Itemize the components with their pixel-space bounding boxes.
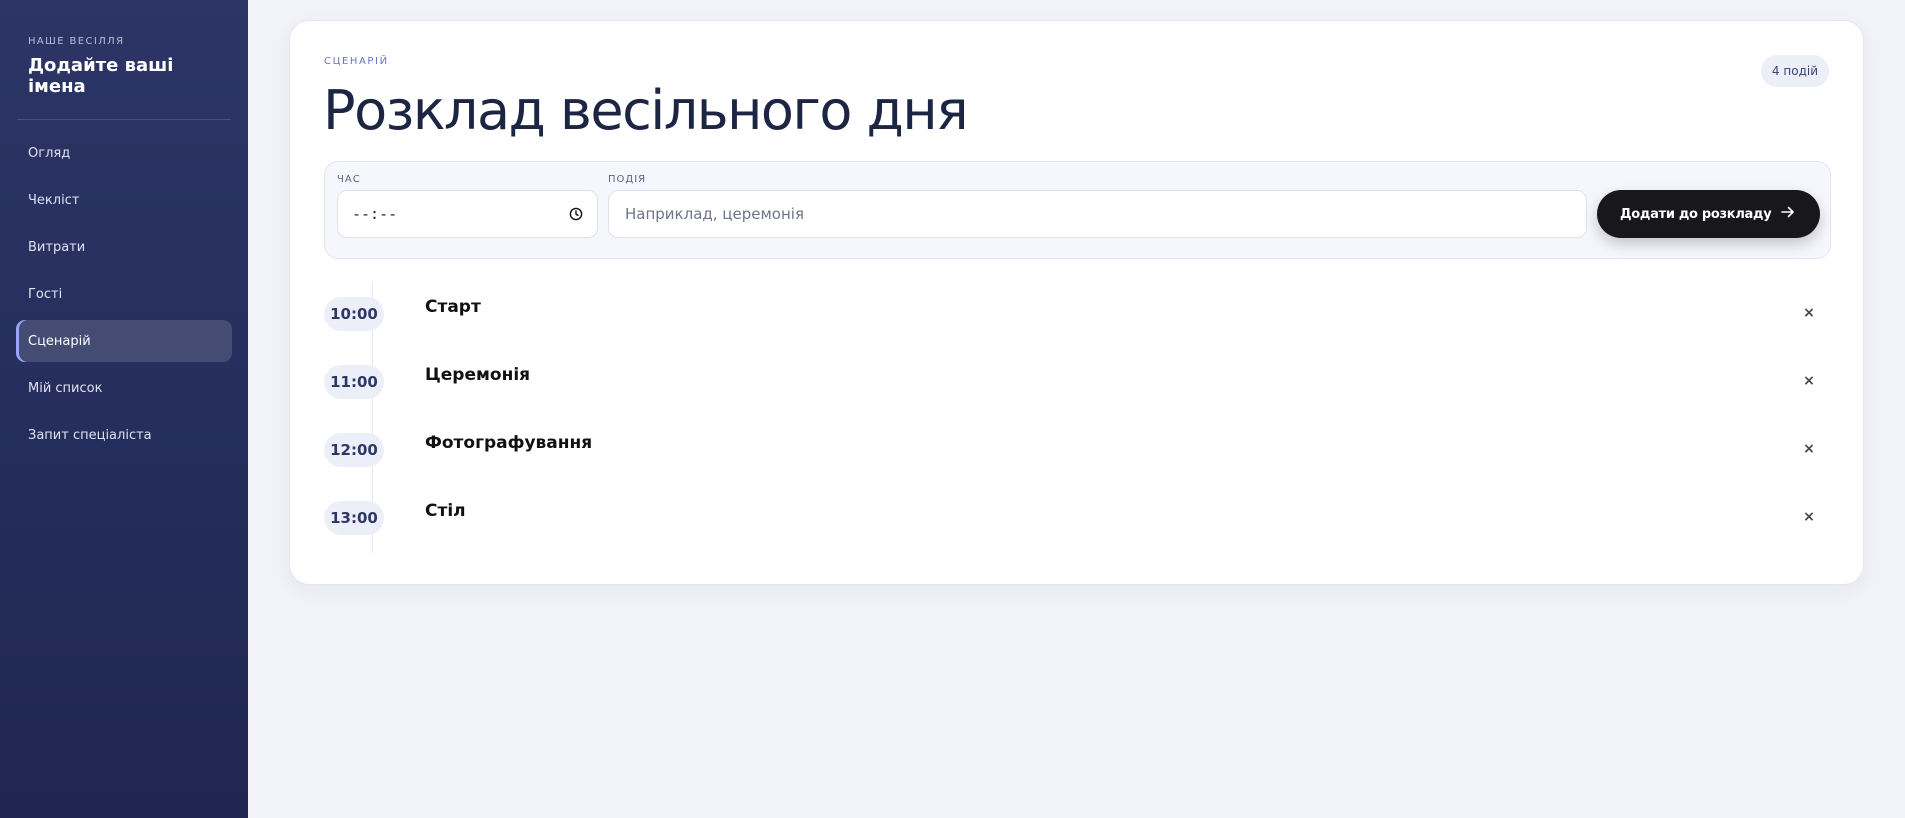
divider [17, 119, 231, 120]
time-pill: 10:00 [324, 297, 384, 331]
event-title: Стіл [425, 501, 466, 521]
section-eyebrow: СЦЕНАРІЙ [324, 56, 389, 67]
remove-button[interactable]: × [1799, 507, 1819, 527]
sidebar-item-my-list[interactable]: Мій список [16, 367, 232, 409]
brand-title[interactable]: Додайте ваші імена [28, 55, 220, 97]
event-count-number: 4 [1771, 64, 1780, 78]
event-input[interactable]: Наприклад, церемонія [608, 190, 1587, 238]
remove-button[interactable]: × [1799, 303, 1819, 323]
add-to-schedule-button[interactable]: Додати до розкладу [1597, 190, 1820, 238]
arrow-right-icon [1780, 205, 1796, 223]
sidebar-item-label: Запит спеціаліста [28, 427, 152, 443]
time-pill: 13:00 [324, 501, 384, 535]
time-input-value: --:-- [352, 205, 398, 223]
event-input-placeholder: Наприклад, церемонія [625, 205, 804, 223]
timeline-item: 10:00 Старт × [324, 283, 1831, 351]
time-field-label: ЧАС [337, 174, 361, 185]
brand-eyebrow: НАШЕ ВЕСІЛЛЯ [28, 36, 125, 47]
schedule-card: СЦЕНАРІЙ Розклад весільного дня 4 подій … [289, 20, 1864, 585]
event-title: Фотографування [425, 433, 593, 453]
sidebar-item-label: Гості [28, 286, 63, 302]
timeline-item: 11:00 Церемонія × [324, 351, 1831, 419]
sidebar-item-label: Чекліст [28, 192, 80, 208]
timeline-item: 12:00 Фотографування × [324, 419, 1831, 487]
remove-button[interactable]: × [1799, 439, 1819, 459]
timeline-item: 13:00 Стіл × [324, 487, 1831, 555]
add-event-form: ЧАС --:-- ПОДІЯ Наприклад, церемонія Дод… [324, 161, 1831, 259]
event-title: Старт [425, 297, 481, 317]
page-title: Розклад весільного дня [323, 79, 969, 142]
sidebar-item-expenses[interactable]: Витрати [16, 226, 232, 268]
event-count-label: подій [1783, 64, 1818, 78]
clock-icon[interactable] [569, 207, 583, 221]
time-pill: 12:00 [324, 433, 384, 467]
timeline: 10:00 Старт × 11:00 Церемонія × 12:00 Фо… [324, 283, 1831, 555]
sidebar-item-label: Витрати [28, 239, 86, 255]
sidebar-item-checklist[interactable]: Чекліст [16, 179, 232, 221]
sidebar-item-label: Мій список [28, 380, 103, 396]
event-count-badge: 4 подій [1760, 55, 1829, 87]
sidebar: НАШЕ ВЕСІЛЛЯ Додайте ваші імена Огляд Че… [0, 0, 248, 818]
sidebar-nav: Огляд Чекліст Витрати Гості Сценарій Мій… [0, 132, 248, 456]
sidebar-item-specialist-request[interactable]: Запит спеціаліста [16, 414, 232, 456]
sidebar-item-guests[interactable]: Гості [16, 273, 232, 315]
event-field-label: ПОДІЯ [608, 174, 647, 185]
sidebar-item-label: Огляд [28, 145, 71, 161]
brand: НАШЕ ВЕСІЛЛЯ Додайте ваші імена [0, 0, 248, 97]
add-button-label: Додати до розкладу [1620, 206, 1772, 222]
sidebar-item-scenario[interactable]: Сценарій [16, 320, 232, 362]
event-title: Церемонія [425, 365, 531, 385]
sidebar-item-overview[interactable]: Огляд [16, 132, 232, 174]
time-input[interactable]: --:-- [337, 190, 598, 238]
remove-button[interactable]: × [1799, 371, 1819, 391]
sidebar-item-label: Сценарій [28, 333, 91, 349]
time-pill: 11:00 [324, 365, 384, 399]
